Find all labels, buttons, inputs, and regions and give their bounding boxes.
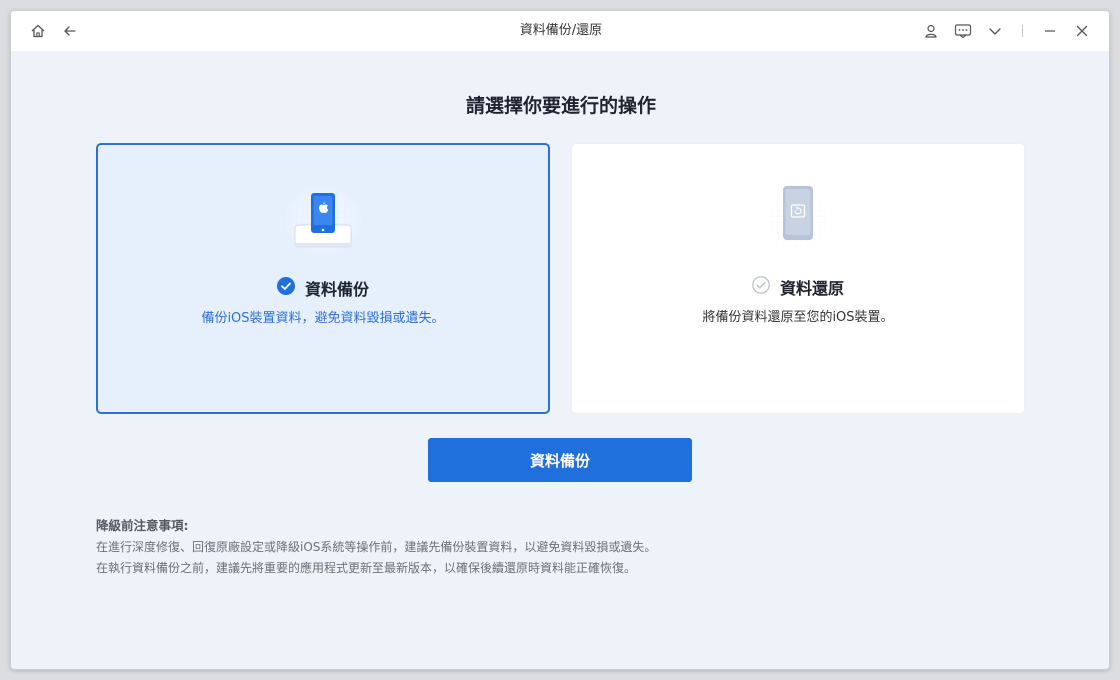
close-icon[interactable] [1073, 22, 1091, 40]
page-heading: 請選擇你要進行的操作 [11, 91, 1110, 118]
user-icon[interactable] [922, 22, 940, 40]
restore-option-title: 資料還原 [780, 275, 844, 299]
app-window: 資料備份/還原 請選擇你要進行的操作 [10, 10, 1110, 670]
phone-backup-illustration [278, 181, 368, 261]
backup-action-button[interactable]: 資料備份 [428, 438, 692, 482]
notes-line: 在執行資料備份之前，建議先將重要的應用程式更新至最新版本，以確保後續還原時資料能… [96, 558, 656, 579]
selected-check-icon [277, 277, 295, 299]
feedback-icon[interactable] [954, 22, 972, 40]
title-bar: 資料備份/還原 [11, 11, 1110, 51]
back-arrow-icon[interactable] [61, 22, 79, 40]
phone-restore-illustration [753, 180, 843, 260]
chevron-down-icon[interactable] [986, 22, 1004, 40]
minimize-icon[interactable] [1041, 22, 1059, 40]
backup-option-description: 備份iOS裝置資料，避免資料毀損或遺失。 [98, 307, 548, 326]
titlebar-divider [1022, 25, 1023, 37]
unselected-check-icon [752, 276, 770, 298]
notes-section: 降級前注意事項: 在進行深度修復、回復原廠設定或降級iOS系統等操作前，建議先備… [96, 515, 656, 579]
restore-option-description: 將備份資料還原至您的iOS裝置。 [572, 306, 1024, 325]
backup-option-title: 資料備份 [305, 276, 369, 300]
home-icon[interactable] [29, 22, 47, 40]
restore-option-card[interactable]: 資料還原 將備份資料還原至您的iOS裝置。 [571, 143, 1025, 414]
notes-line: 在進行深度修復、回復原廠設定或降級iOS系統等操作前，建議先備份裝置資料，以避免… [96, 537, 656, 558]
notes-title: 降級前注意事項: [96, 515, 656, 536]
backup-option-card[interactable]: 資料備份 備份iOS裝置資料，避免資料毀損或遺失。 [96, 143, 550, 414]
